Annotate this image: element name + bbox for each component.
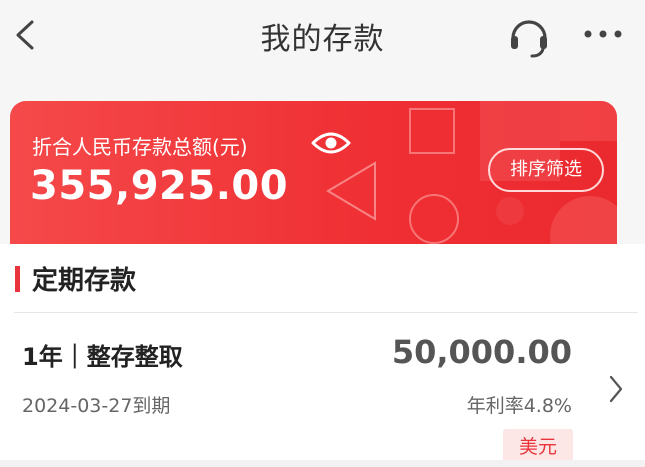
- headset-icon[interactable]: [505, 12, 553, 60]
- deposit-summary-card: 折合人民币存款总额(元) 355,925.00 排序筛选: [10, 101, 617, 251]
- fixed-deposit-section-header: 定期存款: [0, 244, 645, 310]
- total-deposit-label: 折合人民币存款总额(元): [32, 135, 248, 159]
- chevron-right-icon[interactable]: [608, 374, 624, 404]
- top-nav-bar: 我的存款: [0, 0, 645, 74]
- deposit-maturity-date: 2024-03-27到期: [22, 395, 171, 417]
- section-accent-bar: [15, 266, 20, 292]
- deposit-interest-rate: 年利率4.8%: [466, 395, 572, 417]
- deposit-list-item[interactable]: 1年｜整存整取 50,000.00 2024-03-27到期 年利率4.8% 美…: [0, 313, 645, 467]
- deposit-term-type: 1年｜整存整取: [22, 343, 183, 371]
- sort-filter-button[interactable]: 排序筛选: [488, 148, 604, 192]
- more-horizontal-icon[interactable]: [583, 27, 623, 41]
- section-title: 定期存款: [32, 266, 137, 296]
- bottom-separator: [0, 460, 645, 467]
- deposit-amount: 50,000.00: [391, 333, 572, 371]
- total-deposit-amount: 355,925.00: [30, 163, 289, 209]
- eye-icon[interactable]: [310, 129, 352, 157]
- summary-card-area: 折合人民币存款总额(元) 355,925.00 排序筛选: [0, 74, 645, 251]
